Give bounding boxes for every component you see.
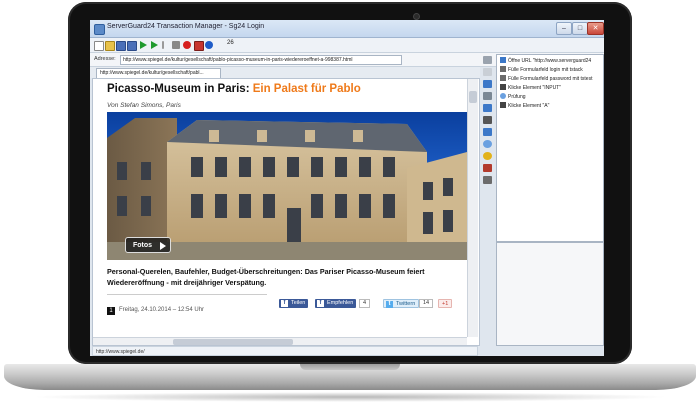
transaction-label: Fülle Formularfeld password mit tstest xyxy=(508,76,593,82)
transaction-label: Öffne URL "http://www.serverguard24 xyxy=(508,58,592,64)
facebook-recommend-button[interactable]: f Empfehlen xyxy=(315,299,357,308)
facebook-share-button[interactable]: f Teilen xyxy=(279,299,309,308)
click-icon xyxy=(500,84,506,90)
search-icon[interactable] xyxy=(483,140,492,148)
vertical-scrollbar[interactable] xyxy=(467,79,478,337)
close-button[interactable]: ✕ xyxy=(587,22,604,35)
variable-icon[interactable] xyxy=(483,176,492,184)
form-icon[interactable] xyxy=(483,128,492,136)
twitter-count: 14 xyxy=(419,299,434,308)
transaction-item[interactable]: Fülle Formularfeld password mit tstest xyxy=(500,75,592,83)
transaction-label: Klicke Element "INPUT" xyxy=(508,85,562,91)
title-bar[interactable]: ServerGuard24 Transaction Manager - Sg24… xyxy=(90,20,604,38)
article-teaser: Personal-Querelen, Baufehler, Budget-Übe… xyxy=(107,267,425,287)
gplus-button[interactable]: +1 xyxy=(438,299,453,308)
timer-icon[interactable] xyxy=(483,164,492,172)
click-icon xyxy=(500,102,506,108)
status-bar: http://www.spiegel.de/ xyxy=(92,346,478,356)
maximize-button[interactable]: □ xyxy=(572,22,588,35)
byline: Von Stefan Simons, Paris xyxy=(107,102,181,109)
minimize-button[interactable]: – xyxy=(556,22,572,35)
app-icon xyxy=(94,24,105,35)
webcam xyxy=(414,14,419,19)
page-icon[interactable] xyxy=(483,68,492,76)
check-icon xyxy=(500,93,506,99)
transaction-list: Öffne URL "http://www.serverguard24 Füll… xyxy=(496,54,604,242)
navigate-icon[interactable] xyxy=(483,80,492,88)
play-arrow-icon xyxy=(160,242,166,250)
recommend-label: Empfehlen xyxy=(327,300,354,306)
play-step-icon[interactable] xyxy=(151,41,158,49)
record-icon[interactable] xyxy=(183,41,191,49)
title-main: Picasso-Museum in Paris: xyxy=(107,83,253,95)
vertical-scroll-thumb[interactable] xyxy=(469,91,477,103)
transaction-label: Klicke Element "A" xyxy=(508,103,550,109)
transaction-label: Fülle Formularfeld login mit tstack xyxy=(508,67,583,73)
toolbar: 26 xyxy=(90,38,604,53)
horizontal-scrollbar[interactable] xyxy=(93,337,467,345)
horizontal-scroll-thumb[interactable] xyxy=(173,339,293,345)
transaction-item[interactable]: Öffne URL "http://www.serverguard24 xyxy=(500,57,591,65)
edit-icon[interactable] xyxy=(483,92,492,100)
article-title: Picasso-Museum in Paris: Ein Palast für … xyxy=(107,83,361,95)
facebook-icon: f xyxy=(281,300,288,307)
transaction-item[interactable]: Prüfung xyxy=(500,93,526,101)
zoom-select[interactable]: 26 xyxy=(227,40,234,46)
laptop-shadow xyxy=(30,392,670,402)
transaction-item[interactable]: Fülle Formularfeld login mit tstack xyxy=(500,66,583,74)
article-date: Freitag, 24.10.2014 – 12:54 Uhr xyxy=(119,307,205,313)
save-icon[interactable] xyxy=(116,41,126,51)
check-icon[interactable] xyxy=(483,152,492,160)
stop-icon[interactable] xyxy=(172,41,180,49)
browser-view: Picasso-Museum in Paris: Ein Palast für … xyxy=(92,78,480,346)
properties-panel xyxy=(496,242,604,346)
transaction-label: Prüfung xyxy=(508,94,526,100)
facebook-share-label: Teilen xyxy=(291,300,306,306)
twitter-label: Twittern xyxy=(396,301,416,307)
recommend-count: 4 xyxy=(359,299,371,308)
settings-icon[interactable] xyxy=(194,41,204,51)
play-icon[interactable] xyxy=(140,41,147,49)
new-icon[interactable] xyxy=(94,41,104,51)
window-icon[interactable] xyxy=(483,104,492,112)
fill-icon xyxy=(500,75,506,81)
photos-button[interactable]: Fotos xyxy=(125,237,171,253)
url-input[interactable]: http://www.spiegel.de/kultur/gesellschaf… xyxy=(120,55,402,65)
save-all-icon[interactable] xyxy=(127,41,137,51)
transaction-item[interactable]: Klicke Element "A" xyxy=(500,102,549,110)
twitter-icon: t xyxy=(386,301,393,308)
photos-button-label: Fotos xyxy=(133,242,153,249)
fill-icon xyxy=(500,66,506,72)
pause-icon[interactable] xyxy=(162,41,164,49)
facebook-icon: f xyxy=(317,300,324,307)
tab-active[interactable]: http://www.spiegel.de/kultur/gesellschaf… xyxy=(96,68,221,78)
app-window: ServerGuard24 Transaction Manager - Sg24… xyxy=(90,20,604,356)
divider xyxy=(107,294,267,295)
cursor-icon[interactable] xyxy=(483,116,492,124)
side-toolbar xyxy=(481,54,495,204)
print-icon[interactable] xyxy=(483,56,492,64)
title-highlight: Ein Palast für Pablo xyxy=(252,83,361,95)
article-photo[interactable]: Fotos xyxy=(107,112,467,260)
info-icon[interactable] xyxy=(205,41,213,49)
address-label: Adresse: xyxy=(94,56,116,62)
browser-icon xyxy=(500,57,506,63)
window-title: ServerGuard24 Transaction Manager - Sg24… xyxy=(107,23,265,30)
transaction-item[interactable]: Klicke Element "INPUT" xyxy=(500,84,561,92)
page-badge: 1 xyxy=(107,307,115,315)
tab-strip: http://www.spiegel.de/kultur/gesellschaf… xyxy=(90,67,480,78)
open-icon[interactable] xyxy=(105,41,115,51)
twitter-button[interactable]: t Twittern xyxy=(383,299,420,308)
laptop-hinge-notch xyxy=(300,364,400,370)
